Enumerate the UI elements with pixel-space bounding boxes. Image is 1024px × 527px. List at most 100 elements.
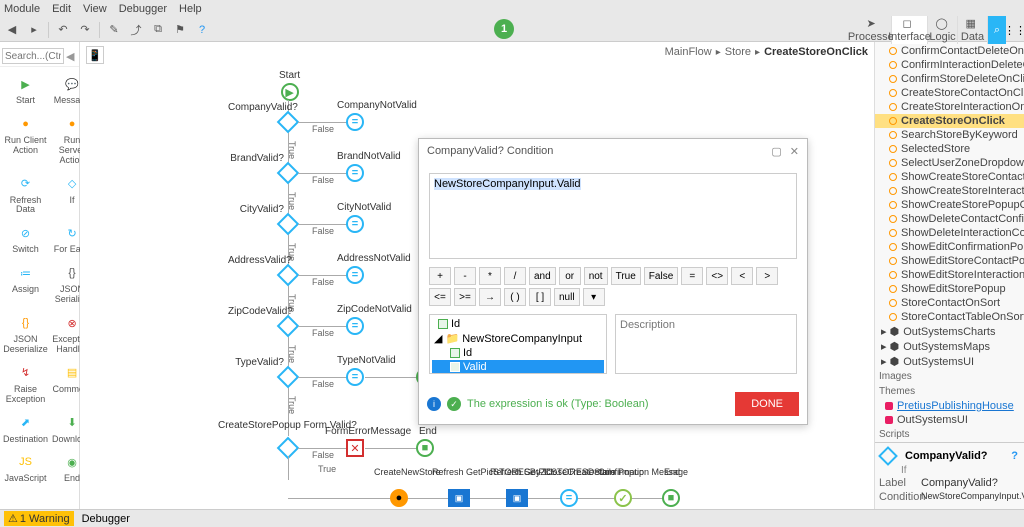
op-btn[interactable]: <> xyxy=(706,267,728,285)
tree-item[interactable]: CreateStoreOnClick xyxy=(875,114,1024,128)
tool-destination[interactable]: ⬈Destination xyxy=(2,410,49,448)
action-node[interactable]: ■ xyxy=(662,489,680,507)
flow-canvas[interactable]: 📱 MainFlow ▸ Store ▸ CreateStoreOnClick … xyxy=(80,42,874,509)
theme-item[interactable]: PretiusPublishingHouse xyxy=(875,399,1024,413)
warnings-tab[interactable]: ⚠ 1 Warning xyxy=(4,511,74,526)
tree-item[interactable]: ▸ ⬢ OutSystemsUI xyxy=(875,354,1024,369)
tab-logic[interactable]: ◯Logic xyxy=(928,16,958,44)
tree-item[interactable]: CreateStoreInteractionOnClick xyxy=(875,100,1024,114)
decision-node[interactable] xyxy=(277,213,300,236)
op-btn[interactable]: - xyxy=(454,267,476,285)
op-btn[interactable]: / xyxy=(504,267,526,285)
op-btn[interactable]: ( ) xyxy=(504,288,526,306)
prop-condition-value[interactable]: NewStoreCompanyInput.Valid xyxy=(921,491,1024,504)
tree-item[interactable]: ConfirmStoreDeleteOnClick xyxy=(875,72,1024,86)
tab-interface[interactable]: ◻Interface xyxy=(892,16,928,44)
op-btn[interactable]: > xyxy=(756,267,778,285)
decision-node[interactable] xyxy=(277,315,300,338)
tool-a-icon[interactable]: ✎ xyxy=(106,22,122,38)
tool-raise-exception[interactable]: ↯Raise Exception xyxy=(2,360,49,408)
scope-tree[interactable]: Id ◢ 📁 NewStoreCompanyInput Id Valid Val… xyxy=(429,314,607,374)
op-btn[interactable]: <= xyxy=(429,288,451,306)
menu-debugger[interactable]: Debugger xyxy=(119,3,167,15)
prop-help-icon[interactable]: ? xyxy=(1011,450,1018,462)
tree-item[interactable]: SearchStoreByKeyword xyxy=(875,128,1024,142)
op-btn[interactable]: → xyxy=(479,288,501,306)
tree-item[interactable]: SelectUserZoneDropdownOnChange xyxy=(875,156,1024,170)
tool-json-deserialize[interactable]: {}JSON Deserialize xyxy=(2,310,49,358)
nav-back-icon[interactable]: ◀ xyxy=(4,22,20,38)
op-btn[interactable]: >= xyxy=(454,288,476,306)
collapse-icon[interactable]: ◀ xyxy=(66,50,74,63)
tree-item[interactable]: CreateStoreContactOnClick xyxy=(875,86,1024,100)
tree-item[interactable]: ConfirmContactDeleteOnClick xyxy=(875,44,1024,58)
assign-node[interactable]: = xyxy=(346,266,364,284)
assign-node[interactable]: = xyxy=(346,215,364,233)
tool-refresh-data[interactable]: ⟳Refresh Data xyxy=(2,171,49,219)
tree-item[interactable]: ShowDeleteContactConfirmationPopup xyxy=(875,212,1024,226)
menu-view[interactable]: View xyxy=(83,3,107,15)
tool-assign[interactable]: ≔Assign xyxy=(2,260,49,308)
action-node[interactable]: ▣ xyxy=(506,489,528,507)
op-btn[interactable]: False xyxy=(644,267,678,285)
error-node[interactable]: ✕ xyxy=(346,439,364,457)
op-btn[interactable]: * xyxy=(479,267,501,285)
assign-node[interactable]: = xyxy=(346,113,364,131)
tool-d-icon[interactable]: ⚑ xyxy=(172,22,188,38)
assign-node[interactable]: = xyxy=(346,164,364,182)
apps-icon[interactable]: ⋮⋮ xyxy=(1006,16,1024,44)
op-btn[interactable]: = xyxy=(681,267,703,285)
device-toggle-icon[interactable]: 📱 xyxy=(86,46,104,64)
tab-data[interactable]: ▦Data xyxy=(958,16,988,44)
tree-item[interactable]: ConfirmInteractionDeleteOnClick xyxy=(875,58,1024,72)
assign-node[interactable]: = xyxy=(346,317,364,335)
done-button[interactable]: DONE xyxy=(735,392,799,416)
action-node[interactable]: ▣ xyxy=(448,489,470,507)
help-icon[interactable]: ? xyxy=(194,22,210,38)
op-btn[interactable]: < xyxy=(731,267,753,285)
tree-item[interactable]: ShowEditConfirmationPopupOn xyxy=(875,240,1024,254)
op-btn[interactable]: not xyxy=(584,267,608,285)
decision-node[interactable] xyxy=(277,366,300,389)
menu-edit[interactable]: Edit xyxy=(52,3,71,15)
tree-item[interactable]: ShowCreateStorePopupOnClick xyxy=(875,198,1024,212)
tree-item[interactable]: ShowEditStorePopup xyxy=(875,282,1024,296)
op-btn[interactable]: ▾ xyxy=(583,288,605,306)
action-node[interactable]: = xyxy=(560,489,578,507)
tree-item[interactable]: ShowEditStoreInteractionPopup xyxy=(875,268,1024,282)
tab-processes[interactable]: ➤Processes xyxy=(856,16,892,44)
tree-item[interactable]: ▸ ⬢ OutSystemsCharts xyxy=(875,324,1024,339)
tool-b-icon[interactable]: ⤴ xyxy=(128,22,144,38)
tree-item[interactable]: ShowCreateStoreContactPopupOnClick xyxy=(875,170,1024,184)
tree-item[interactable]: SelectedStore xyxy=(875,142,1024,156)
debugger-tab[interactable]: Debugger xyxy=(82,513,130,525)
decision-node[interactable] xyxy=(277,111,300,134)
tool-start[interactable]: ▶Start xyxy=(2,71,49,109)
assign-node[interactable]: = xyxy=(346,368,364,386)
tree-item[interactable]: ShowEditStoreContactPopup xyxy=(875,254,1024,268)
tree-item[interactable]: ▸ ⬢ OutSystemsMaps xyxy=(875,339,1024,354)
close-icon[interactable]: ✕ xyxy=(790,145,799,158)
tree-item[interactable]: StoreContactTableOnSort xyxy=(875,310,1024,324)
tree-item[interactable]: ShowCreateStoreInteractionPopupOnCl xyxy=(875,184,1024,198)
undo-icon[interactable]: ↶ xyxy=(55,22,71,38)
op-btn[interactable]: null xyxy=(554,288,580,306)
tool-switch[interactable]: ⊘Switch xyxy=(2,220,49,258)
maximize-icon[interactable]: ▢ xyxy=(771,145,781,158)
toolbox-search-input[interactable] xyxy=(2,48,64,64)
op-btn[interactable]: [ ] xyxy=(529,288,551,306)
redo-icon[interactable]: ↷ xyxy=(77,22,93,38)
prop-label-value[interactable]: CompanyValid? xyxy=(921,477,1020,489)
action-node[interactable]: ✓ xyxy=(614,489,632,507)
theme-item[interactable]: OutSystemsUI xyxy=(875,413,1024,427)
decision-node[interactable] xyxy=(277,264,300,287)
op-btn[interactable]: and xyxy=(529,267,556,285)
tool-c-icon[interactable]: ⧉ xyxy=(150,22,166,38)
end-node[interactable]: ■ xyxy=(416,439,434,457)
tree-item[interactable]: ShowDeleteInteractionConfirmationPop xyxy=(875,226,1024,240)
expression-input[interactable]: NewStoreCompanyInput.Valid xyxy=(429,173,797,259)
op-btn[interactable]: or xyxy=(559,267,581,285)
decision-node[interactable] xyxy=(277,162,300,185)
tool-run-client-action[interactable]: ●Run Client Action xyxy=(2,111,49,169)
action-node[interactable]: ● xyxy=(390,489,408,507)
